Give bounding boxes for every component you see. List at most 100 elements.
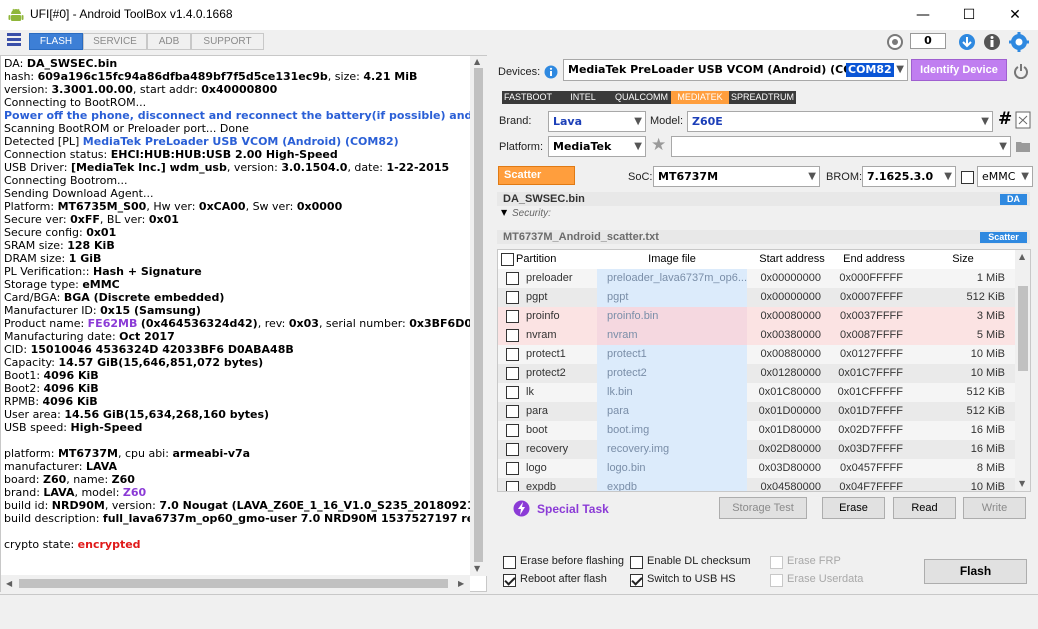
scatter-button[interactable]: Scatter xyxy=(498,166,575,185)
image-file[interactable]: lk.bin xyxy=(597,383,747,402)
table-row[interactable]: expdb expdb 0x04580000 0x04F7FFFF 10 MiB xyxy=(498,478,1015,491)
tab-support[interactable]: SUPPORT xyxy=(191,33,264,50)
image-file[interactable]: boot.img xyxy=(597,421,747,440)
option-checkbox[interactable] xyxy=(630,556,643,569)
image-file[interactable]: protect2 xyxy=(597,364,747,383)
table-row[interactable]: lk lk.bin 0x01C80000 0x01CFFFFF 512 KiB xyxy=(498,383,1015,402)
image-file[interactable]: para xyxy=(597,402,747,421)
brand-select[interactable]: Lava ▼ xyxy=(548,111,646,132)
tab-flash[interactable]: FLASH xyxy=(29,33,83,50)
tab-service[interactable]: SERVICE xyxy=(83,33,147,50)
storage-type-select[interactable]: eMMC ▼ xyxy=(977,166,1033,187)
tab-adb[interactable]: ADB xyxy=(147,33,191,50)
log-vertical-scrollbar[interactable]: ▲ ▼ xyxy=(470,56,487,576)
option-label[interactable]: Erase Userdata xyxy=(787,573,863,585)
vendor-tab-fastboot[interactable]: FASTBOOT xyxy=(502,91,554,104)
option-checkbox[interactable] xyxy=(630,574,643,587)
option-checkbox[interactable] xyxy=(770,574,783,587)
table-row[interactable]: para para 0x01D00000 0x01D7FFFF 512 KiB xyxy=(498,402,1015,421)
scroll-up-arrow-icon[interactable]: ▲ xyxy=(474,57,480,66)
option-label[interactable]: Erase FRP xyxy=(787,555,841,567)
read-button[interactable]: Read xyxy=(893,497,956,519)
maximize-button[interactable]: ☐ xyxy=(946,0,992,30)
option-label[interactable]: Reboot after flash xyxy=(520,573,607,585)
table-vertical-scrollbar[interactable]: ▲ ▼ xyxy=(1015,250,1030,491)
info-icon[interactable] xyxy=(983,33,1001,51)
scrollbar-thumb[interactable] xyxy=(474,68,483,562)
write-button[interactable]: Write xyxy=(963,497,1026,519)
partition-table[interactable]: Partition Image file Start address End addr… xyxy=(497,249,1031,492)
model-select[interactable]: Z60E ▼ xyxy=(687,111,993,132)
partition-checkbox[interactable] xyxy=(506,443,519,456)
partition-checkbox[interactable] xyxy=(506,481,519,491)
vendor-tab-intel[interactable]: INTEL xyxy=(554,91,612,104)
soc-select[interactable]: MT6737M ▼ xyxy=(653,166,820,187)
power-icon[interactable] xyxy=(1013,63,1029,79)
table-row[interactable]: boot boot.img 0x01D80000 0x02D7FFFF 16 MiB xyxy=(498,421,1015,440)
hash-icon[interactable]: # xyxy=(998,109,1012,129)
folder-icon[interactable] xyxy=(1016,140,1030,152)
hamburger-menu-icon[interactable] xyxy=(7,33,21,48)
devices-select[interactable]: MediaTek PreLoader USB VCOM (Android) (C… xyxy=(563,59,908,81)
table-row[interactable]: pgpt pgpt 0x00000000 0x0007FFFF 512 KiB xyxy=(498,288,1015,307)
storage-test-button[interactable]: Storage Test xyxy=(719,497,807,519)
table-row[interactable]: logo logo.bin 0x03D80000 0x0457FFFF 8 MiB xyxy=(498,459,1015,478)
column-header[interactable]: Partition xyxy=(516,250,606,269)
info-icon[interactable] xyxy=(544,65,558,79)
vendor-tab-qualcomm[interactable]: QUALCOMM xyxy=(612,91,671,104)
flash-button[interactable]: Flash xyxy=(924,559,1027,584)
partition-checkbox[interactable] xyxy=(506,272,519,285)
image-file[interactable]: protect1 xyxy=(597,345,747,364)
option-checkbox[interactable] xyxy=(770,556,783,569)
erase-button[interactable]: Erase xyxy=(822,497,885,519)
close-button[interactable]: ✕ xyxy=(992,0,1038,30)
favorite-select[interactable]: ▼ xyxy=(671,136,1011,157)
column-header[interactable]: Start address xyxy=(751,250,833,269)
brom-select[interactable]: 7.1625.3.0 ▼ xyxy=(862,166,956,187)
image-file[interactable]: expdb xyxy=(597,478,747,491)
vendor-tab-spreadtrum[interactable]: SPREADTRUM xyxy=(729,91,796,104)
scroll-down-arrow-icon[interactable]: ▼ xyxy=(1019,479,1025,488)
image-file[interactable]: logo.bin xyxy=(597,459,747,478)
special-task-link[interactable]: Special Task xyxy=(537,502,609,516)
da-file-bar[interactable]: DA_SWSEC.bin xyxy=(497,192,1030,206)
scrollbar-thumb[interactable] xyxy=(1018,286,1028,371)
brom-checkbox[interactable] xyxy=(961,171,974,184)
image-file[interactable]: preloader_lava6737m_op6... xyxy=(597,269,747,288)
select-all-checkbox[interactable] xyxy=(501,253,514,266)
option-label[interactable]: Enable DL checksum xyxy=(647,555,751,567)
download-icon[interactable] xyxy=(958,33,976,51)
identify-device-button[interactable]: Identify Device xyxy=(911,59,1007,81)
column-header[interactable]: Image file xyxy=(597,250,747,269)
log-panel[interactable]: DA: DA_SWSEC.bin hash: 609a196c15fc94a86… xyxy=(0,55,487,592)
image-file[interactable]: pgpt xyxy=(597,288,747,307)
table-row[interactable]: protect2 protect2 0x01280000 0x01C7FFFF 10 M… xyxy=(498,364,1015,383)
table-row[interactable]: recovery recovery.img 0x02D80000 0x03D7FFFF… xyxy=(498,440,1015,459)
scroll-up-arrow-icon[interactable]: ▲ xyxy=(1019,252,1025,261)
option-checkbox[interactable] xyxy=(503,556,516,569)
minimize-button[interactable]: — xyxy=(900,0,946,30)
partition-checkbox[interactable] xyxy=(506,424,519,437)
image-file[interactable]: recovery.img xyxy=(597,440,747,459)
option-label[interactable]: Switch to USB HS xyxy=(647,573,736,585)
partition-checkbox[interactable] xyxy=(506,462,519,475)
image-file[interactable]: proinfo.bin xyxy=(597,307,747,326)
log-horizontal-scrollbar[interactable]: ◀ ▶ xyxy=(1,575,470,592)
star-favorite-icon[interactable]: ★ xyxy=(651,135,666,155)
option-checkbox[interactable] xyxy=(503,574,516,587)
column-header[interactable]: End address xyxy=(833,250,915,269)
column-header[interactable]: Size xyxy=(915,250,1011,269)
scroll-down-arrow-icon[interactable]: ▼ xyxy=(474,564,480,573)
image-file[interactable]: nvram xyxy=(597,326,747,345)
table-row[interactable]: nvram nvram 0x00380000 0x0087FFFF 5 MiB xyxy=(498,326,1015,345)
scrollbar-thumb[interactable] xyxy=(19,579,448,588)
table-row[interactable]: proinfo proinfo.bin 0x00080000 0x0037FFFF 3 … xyxy=(498,307,1015,326)
option-label[interactable]: Erase before flashing xyxy=(520,555,624,567)
partition-checkbox[interactable] xyxy=(506,310,519,323)
platform-select[interactable]: MediaTek ▼ xyxy=(548,136,646,157)
settings-gear-icon[interactable] xyxy=(1009,32,1029,52)
partition-checkbox[interactable] xyxy=(506,386,519,399)
partition-checkbox[interactable] xyxy=(506,405,519,418)
scatter-file-bar[interactable]: MT6737M_Android_scatter.txt xyxy=(497,230,1030,244)
table-row[interactable]: protect1 protect1 0x00880000 0x0127FFFF 10 M… xyxy=(498,345,1015,364)
